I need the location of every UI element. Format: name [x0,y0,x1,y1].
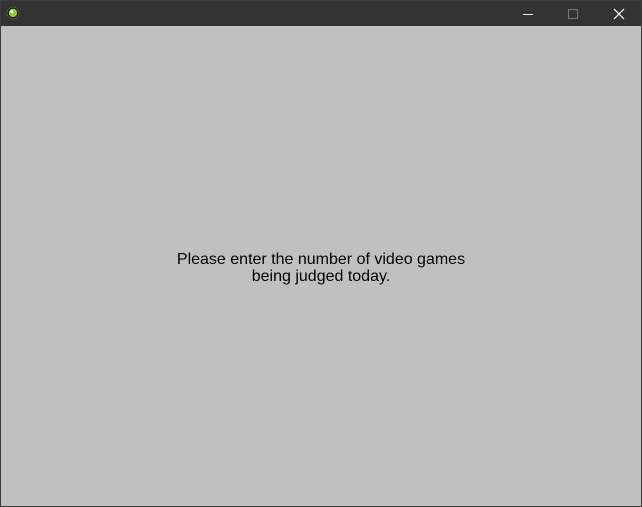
title-bar[interactable] [1,1,641,26]
app-icon [6,6,20,20]
maximize-icon [567,8,578,19]
prompt-line-2: being judged today. [251,268,391,285]
client-area: Please enter the number of video games b… [1,26,641,506]
prompt-message: Please enter the number of video games b… [1,251,641,285]
prompt-line-1: Please enter the number of video games [176,251,466,268]
minimize-button[interactable] [505,1,550,26]
maximize-button[interactable] [550,1,595,26]
close-button[interactable] [596,1,641,26]
app-window: Please enter the number of video games b… [0,0,642,507]
minimize-icon [522,13,533,15]
close-icon [613,8,624,19]
